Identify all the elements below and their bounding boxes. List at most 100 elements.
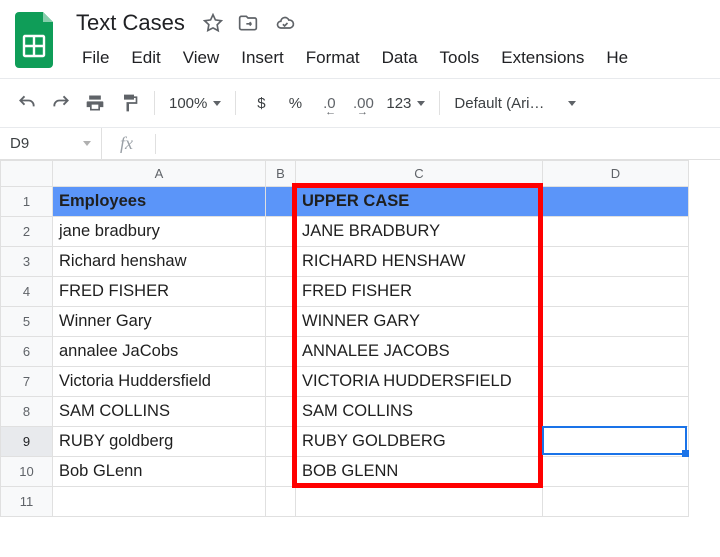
row-header-2[interactable]: 2 xyxy=(1,217,53,247)
currency-button[interactable]: $ xyxy=(246,88,276,118)
decrease-decimal-button[interactable]: .0← xyxy=(314,88,344,118)
cell-A2[interactable]: jane bradbury xyxy=(53,217,266,247)
cell-B11[interactable] xyxy=(266,487,296,517)
formula-input[interactable] xyxy=(156,128,720,159)
spreadsheet-grid[interactable]: ABCD 1Employees UPPER CASE 2jane bradbury JA… xyxy=(0,160,720,517)
col-header-B[interactable]: B xyxy=(266,161,296,187)
zoom-dropdown[interactable]: 100% xyxy=(165,88,225,118)
cell-B8[interactable] xyxy=(266,397,296,427)
row-header-5[interactable]: 5 xyxy=(1,307,53,337)
row-header-8[interactable]: 8 xyxy=(1,397,53,427)
menu-tools[interactable]: Tools xyxy=(430,44,490,72)
cell-B3[interactable] xyxy=(266,247,296,277)
row-header-1[interactable]: 1 xyxy=(1,187,53,217)
zoom-value: 100% xyxy=(169,95,207,112)
cell-C11[interactable] xyxy=(296,487,543,517)
cell-B5[interactable] xyxy=(266,307,296,337)
fx-icon: fx xyxy=(102,133,155,154)
cell-D5[interactable] xyxy=(543,307,689,337)
cell-C8[interactable]: SAM COLLINS xyxy=(296,397,543,427)
col-header-C[interactable]: C xyxy=(296,161,543,187)
cell-A10[interactable]: Bob GLenn xyxy=(53,457,266,487)
row-header-10[interactable]: 10 xyxy=(1,457,53,487)
cell-A4[interactable]: FRED FISHER xyxy=(53,277,266,307)
cell-D3[interactable] xyxy=(543,247,689,277)
cell-C7[interactable]: VICTORIA HUDDERSFIELD xyxy=(296,367,543,397)
menubar: File Edit View Insert Format Data Tools … xyxy=(72,44,708,72)
cell-D10[interactable] xyxy=(543,457,689,487)
cell-C3[interactable]: RICHARD HENSHAW xyxy=(296,247,543,277)
cell-A8[interactable]: SAM COLLINS xyxy=(53,397,266,427)
header: Text Cases File Edit View Insert Format … xyxy=(0,0,720,72)
row-header-6[interactable]: 6 xyxy=(1,337,53,367)
cell-D1[interactable] xyxy=(543,187,689,217)
title-area: Text Cases File Edit View Insert Format … xyxy=(72,8,708,72)
cell-D2[interactable] xyxy=(543,217,689,247)
row-header-9[interactable]: 9 xyxy=(1,427,53,457)
font-dropdown[interactable]: Default (Ari… xyxy=(450,88,580,118)
cell-D7[interactable] xyxy=(543,367,689,397)
cell-A9[interactable]: RUBY goldberg xyxy=(53,427,266,457)
numfmt-value: 123 xyxy=(386,95,411,112)
cell-B9[interactable] xyxy=(266,427,296,457)
print-button[interactable] xyxy=(80,88,110,118)
font-value: Default (Ari… xyxy=(454,95,544,112)
separator xyxy=(235,91,236,115)
cell-C6[interactable]: ANNALEE JACOBS xyxy=(296,337,543,367)
cell-B6[interactable] xyxy=(266,337,296,367)
cell-C2[interactable]: JANE BRADBURY xyxy=(296,217,543,247)
cell-A1[interactable]: Employees xyxy=(53,187,266,217)
menu-file[interactable]: File xyxy=(72,44,119,72)
cell-D6[interactable] xyxy=(543,337,689,367)
percent-button[interactable]: % xyxy=(280,88,310,118)
cell-A6[interactable]: annalee JaCobs xyxy=(53,337,266,367)
move-icon[interactable] xyxy=(237,13,259,33)
row-header-11[interactable]: 11 xyxy=(1,487,53,517)
increase-decimal-button[interactable]: .00→ xyxy=(348,88,378,118)
cell-C5[interactable]: WINNER GARY xyxy=(296,307,543,337)
name-box[interactable]: D9 xyxy=(0,128,102,159)
number-format-dropdown[interactable]: 123 xyxy=(382,88,429,118)
name-box-value: D9 xyxy=(10,135,29,152)
star-icon[interactable] xyxy=(203,13,223,33)
cell-D11[interactable] xyxy=(543,487,689,517)
menu-format[interactable]: Format xyxy=(296,44,370,72)
cell-D8[interactable] xyxy=(543,397,689,427)
menu-insert[interactable]: Insert xyxy=(231,44,294,72)
cell-C10[interactable]: BOB GLENN xyxy=(296,457,543,487)
undo-button[interactable] xyxy=(12,88,42,118)
menu-edit[interactable]: Edit xyxy=(121,44,170,72)
separator xyxy=(154,91,155,115)
cell-D9[interactable] xyxy=(543,427,689,457)
col-header-D[interactable]: D xyxy=(543,161,689,187)
cell-C4[interactable]: FRED FISHER xyxy=(296,277,543,307)
row-header-7[interactable]: 7 xyxy=(1,367,53,397)
cell-B7[interactable] xyxy=(266,367,296,397)
col-header-A[interactable]: A xyxy=(53,161,266,187)
redo-button[interactable] xyxy=(46,88,76,118)
cell-B4[interactable] xyxy=(266,277,296,307)
row-header-3[interactable]: 3 xyxy=(1,247,53,277)
cell-A11[interactable] xyxy=(53,487,266,517)
cell-D4[interactable] xyxy=(543,277,689,307)
cell-A5[interactable]: Winner Gary xyxy=(53,307,266,337)
cell-B10[interactable] xyxy=(266,457,296,487)
cell-B2[interactable] xyxy=(266,217,296,247)
cell-B1[interactable] xyxy=(266,187,296,217)
menu-view[interactable]: View xyxy=(173,44,230,72)
cell-C9[interactable]: RUBY GOLDBERG xyxy=(296,427,543,457)
select-all-corner[interactable] xyxy=(1,161,53,187)
cloud-status-icon[interactable] xyxy=(273,13,297,33)
cell-C1[interactable]: UPPER CASE xyxy=(296,187,543,217)
menu-data[interactable]: Data xyxy=(372,44,428,72)
formula-bar-row: D9 fx xyxy=(0,128,720,160)
paint-format-button[interactable] xyxy=(114,88,144,118)
doc-title[interactable]: Text Cases xyxy=(72,8,189,38)
row-header-4[interactable]: 4 xyxy=(1,277,53,307)
separator xyxy=(439,91,440,115)
sheets-logo[interactable] xyxy=(12,8,60,68)
cell-A7[interactable]: Victoria Huddersfield xyxy=(53,367,266,397)
cell-A3[interactable]: Richard henshaw xyxy=(53,247,266,277)
menu-help[interactable]: He xyxy=(596,44,638,72)
menu-extensions[interactable]: Extensions xyxy=(491,44,594,72)
